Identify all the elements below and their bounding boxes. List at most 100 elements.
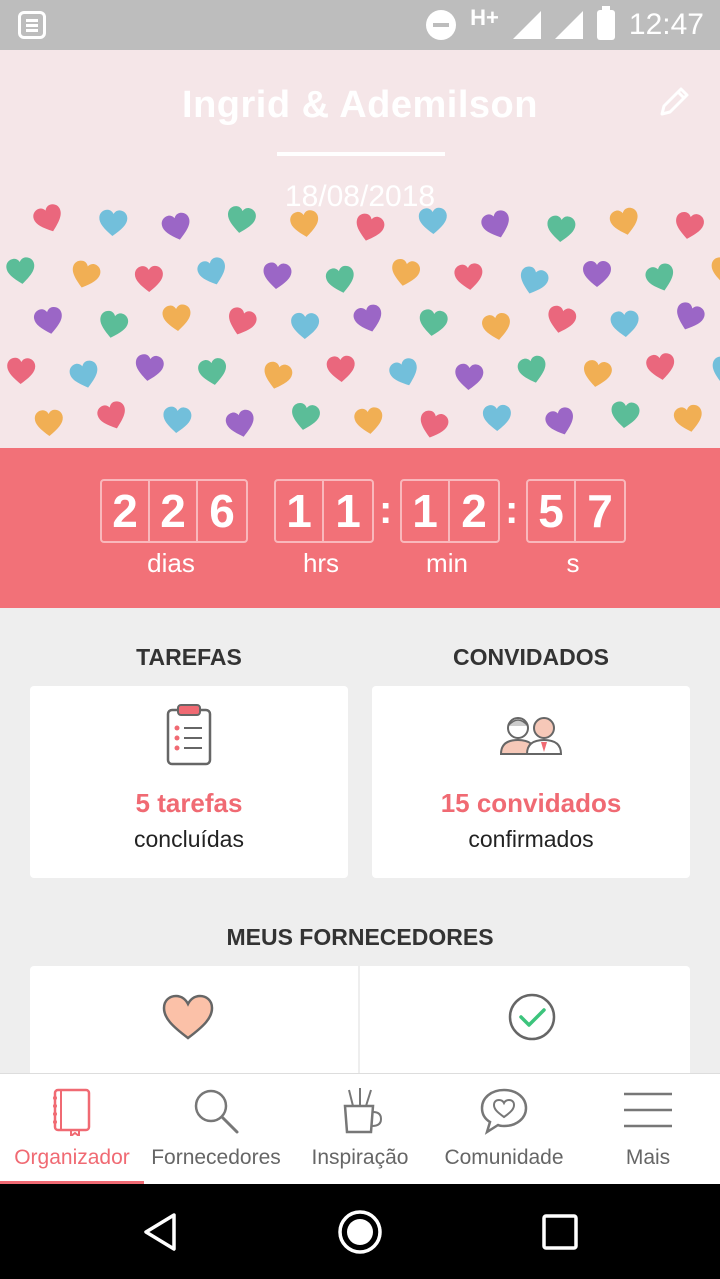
seconds-label: s	[566, 548, 580, 578]
suppliers-hired-card[interactable]	[360, 966, 690, 1086]
hours-digit: 1	[276, 481, 324, 541]
couple-names: Ingrid & Ademilson	[182, 84, 538, 126]
heart-decoration	[97, 401, 125, 429]
edit-icon[interactable]	[656, 84, 692, 120]
heart-decoration	[353, 304, 382, 332]
heart-decoration	[520, 266, 549, 294]
bottom-nav: Organizador Fornecedores Inspiração Comu…	[0, 1073, 720, 1185]
heart-decoration	[325, 265, 354, 293]
heart-decoration	[646, 353, 675, 380]
status-bar: H+ 12:47	[0, 0, 720, 50]
nav-label: Comunidade	[444, 1146, 564, 1169]
nav-comunidade[interactable]: Comunidade	[432, 1074, 576, 1185]
heart-decoration	[197, 257, 225, 285]
heart-decoration	[134, 265, 163, 292]
days-digits: 2 2 6	[100, 479, 248, 543]
heart-decoration	[455, 363, 484, 390]
heart-decoration	[356, 213, 385, 241]
heart-decoration	[7, 357, 36, 384]
signal-icon-2	[554, 11, 583, 39]
heart-decoration	[645, 263, 674, 291]
guests-title: CONVIDADOS	[453, 644, 609, 670]
heart-decoration	[389, 358, 417, 386]
minutes-label: min	[426, 548, 468, 578]
days-digit: 2	[150, 481, 198, 541]
heart-decoration	[392, 258, 421, 286]
countdown: 2 2 6 1 1 : 1 2 : 5 7 dias hrs min s	[0, 448, 720, 608]
heart-decoration	[34, 409, 63, 436]
heart-decoration	[454, 263, 483, 290]
days-digit: 2	[102, 481, 150, 541]
heart-decoration	[225, 409, 254, 437]
wedding-date: 18/08/2018	[284, 180, 436, 213]
heart-decoration	[712, 356, 720, 384]
search-icon	[194, 1089, 239, 1134]
heart-decoration	[583, 261, 611, 287]
hours-label: hrs	[302, 548, 340, 578]
heart-decoration	[673, 404, 702, 432]
heart-decoration	[162, 304, 191, 331]
guests-count: 15 convidados	[440, 788, 622, 818]
heart-decoration	[163, 406, 192, 433]
heart-decoration	[610, 310, 639, 337]
minutes-digits: 1 2	[400, 479, 500, 543]
heart-decoration	[354, 407, 383, 434]
heart-decoration	[517, 355, 546, 383]
suppliers-favorites-card[interactable]	[30, 966, 358, 1086]
seconds-digits: 5 7	[526, 479, 626, 543]
heart-decoration	[229, 307, 257, 335]
heart-decoration	[545, 407, 573, 435]
signal-icon	[512, 11, 541, 39]
tasks-card[interactable]: 5 tarefas concluídas	[30, 686, 348, 878]
colon-separator: :	[379, 488, 393, 532]
check-circle-icon	[508, 993, 556, 1041]
guests-card[interactable]: 15 convidados confirmados	[372, 686, 690, 878]
suppliers-title: MEUS FORNECEDORES	[226, 924, 494, 950]
tasks-sub: concluídas	[134, 826, 244, 852]
hours-digits: 1 1	[274, 479, 374, 543]
days-digit: 6	[209, 485, 235, 537]
nav-mais[interactable]: Mais	[576, 1074, 720, 1185]
heart-decoration	[6, 257, 35, 284]
do-not-disturb-icon	[426, 10, 457, 40]
notebook-icon	[53, 1088, 91, 1136]
heart-decoration	[419, 309, 448, 336]
tasks-title: TAREFAS	[136, 644, 242, 670]
heart-decoration	[420, 410, 449, 438]
heart-decoration	[292, 403, 320, 430]
back-icon[interactable]	[138, 1209, 184, 1255]
guests-icon	[499, 717, 563, 755]
heart-decoration	[264, 361, 293, 389]
colon-separator: :	[505, 488, 519, 532]
minutes-digit: 2	[461, 485, 487, 537]
heart-decoration	[291, 312, 320, 339]
heart-decoration	[100, 310, 129, 338]
days-label: dias	[147, 548, 195, 578]
recents-icon[interactable]	[537, 1209, 583, 1255]
nav-inspiracao[interactable]: Inspiração	[288, 1074, 432, 1185]
heart-decoration	[135, 354, 164, 381]
heart-decoration	[583, 360, 612, 387]
heart-decoration	[677, 302, 705, 330]
heart-decoration	[161, 212, 190, 240]
menu-icon	[624, 1092, 672, 1128]
nav-organizador[interactable]: Organizador	[0, 1074, 144, 1185]
hours-digit: 1	[335, 485, 361, 537]
nav-label: Mais	[625, 1146, 671, 1169]
heart-decoration	[326, 355, 355, 382]
nav-label: Organizador	[14, 1146, 130, 1169]
system-nav-bar	[0, 1184, 720, 1279]
home-icon[interactable]	[337, 1209, 383, 1255]
seconds-digit: 5	[528, 481, 576, 541]
nav-fornecedores[interactable]: Fornecedores	[144, 1074, 288, 1185]
nav-label: Inspiração	[311, 1146, 409, 1169]
heart-decoration	[69, 360, 98, 388]
heart-decoration	[547, 215, 576, 242]
title-underline	[277, 152, 445, 156]
clock: 12:47	[628, 8, 704, 41]
heart-decoration	[676, 212, 704, 239]
network-type: H+	[470, 5, 499, 30]
clipboard-icon	[166, 704, 212, 766]
heart-decoration	[482, 404, 511, 431]
brush-cup-icon	[343, 1088, 383, 1134]
